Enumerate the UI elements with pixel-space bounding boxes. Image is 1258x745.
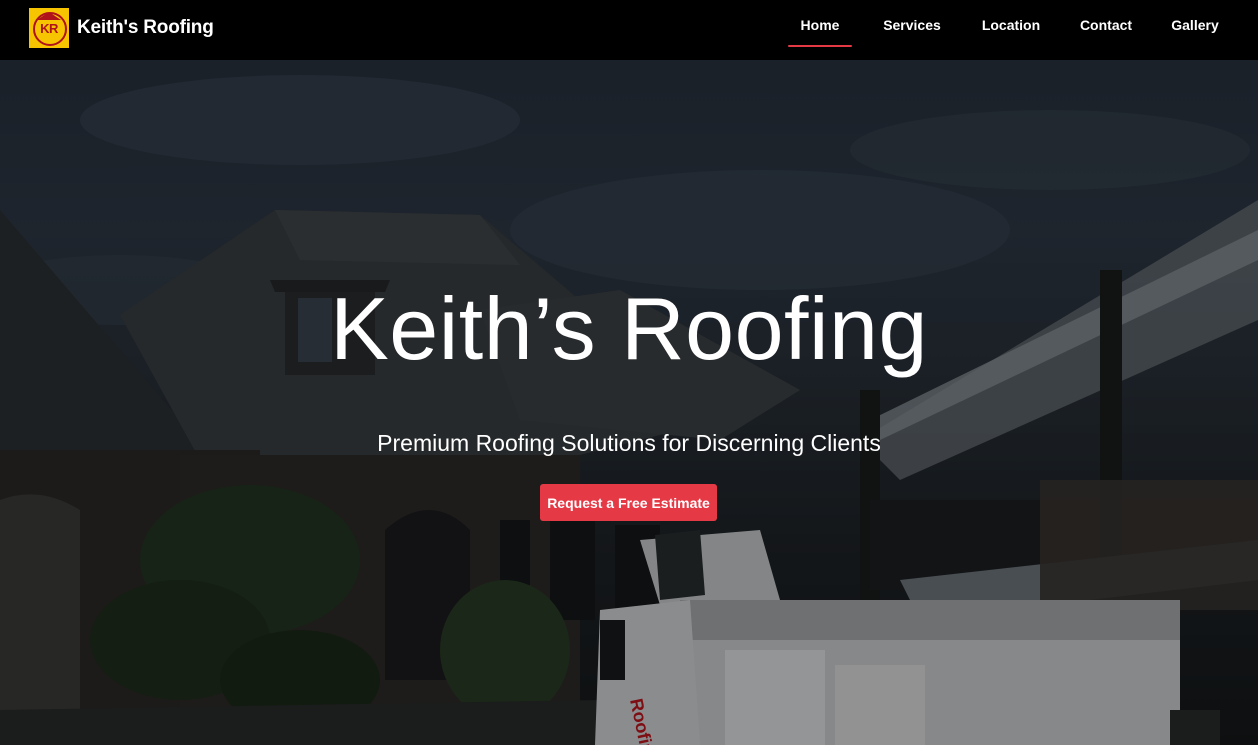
- nav-item-label: Home: [800, 17, 840, 33]
- nav-item-label: Location: [981, 17, 1041, 33]
- nav-item-home[interactable]: Home: [788, 0, 852, 50]
- active-indicator: [788, 45, 852, 47]
- brand-name: Keith's Roofing: [77, 17, 214, 38]
- hero-overlay: [0, 60, 1258, 745]
- navbar: KR Keith's Roofing Home Services Locatio…: [0, 0, 1258, 60]
- brand[interactable]: KR Keith's Roofing: [29, 8, 214, 48]
- hero-section: Roofing Keith’s Roofing Premium Roofing …: [0, 60, 1258, 745]
- nav-item-location[interactable]: Location: [972, 0, 1050, 50]
- nav-item-label: Contact: [1079, 17, 1133, 33]
- nav-links: Home Services Location Contact Gallery: [788, 0, 1258, 60]
- hero-title: Keith’s Roofing: [330, 279, 928, 378]
- hero-subtitle: Premium Roofing Solutions for Discerning…: [377, 430, 881, 456]
- nav-item-label: Services: [883, 17, 941, 33]
- request-estimate-button[interactable]: Request a Free Estimate: [540, 484, 717, 521]
- nav-item-contact[interactable]: Contact: [1070, 0, 1142, 50]
- logo: KR: [29, 8, 69, 48]
- nav-item-services[interactable]: Services: [872, 0, 952, 50]
- logo-monogram: KR: [40, 21, 58, 36]
- nav-item-label: Gallery: [1171, 17, 1219, 33]
- nav-item-gallery[interactable]: Gallery: [1162, 0, 1228, 50]
